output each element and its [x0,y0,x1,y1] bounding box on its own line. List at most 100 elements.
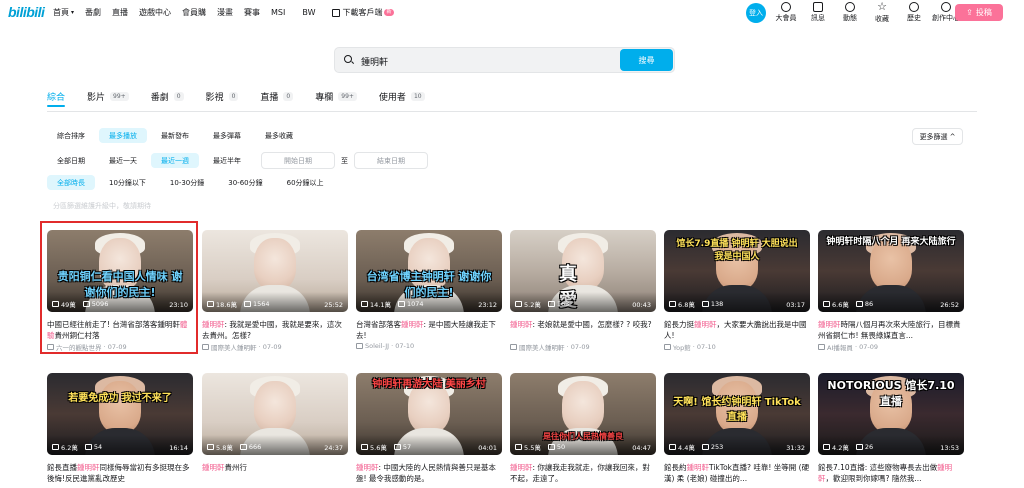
more-filters-button[interactable]: 更多篩選 ^ [912,128,963,145]
nav-game-center[interactable]: 遊戲中心 [139,7,171,18]
video-thumbnail[interactable]: 真 愛 我的中国心 5.2萬163 00:43 [510,230,656,312]
date-last-week[interactable]: 最近一週 [151,153,199,168]
video-thumbnail[interactable]: 5.8萬 666 24:37 [202,373,348,455]
tab-users[interactable]: 使用者 10 [379,90,425,103]
nav-download-client[interactable]: 下載客戶端 新 [332,7,394,18]
video-title[interactable]: 館長約鍾明軒TikTok直播? 哇靠! 坐等開 (硬漢) 柔 (老娘) 碰撞出的… [664,462,810,484]
video-meta[interactable]: Soleil-JJ · 07-10 [356,342,502,350]
video-card[interactable]: 馆长7.9直播 钟明轩 大胆说出我是中国人 6.8萬 138 03:17 館長力挺… [664,230,810,352]
nav-anime[interactable]: 番劇 [85,7,101,18]
date-all[interactable]: 全部日期 [47,153,95,168]
video-title[interactable]: 台灣省部落客鍾明軒: 是中國大陸讓我走下去! [356,319,502,341]
nav-dynamics[interactable]: 動態 [834,2,866,24]
title-text: ，歡迎限到你嫁嗎? 隨然我... [825,474,922,483]
upload-button[interactable]: ⇪ 投稿 [955,4,1003,21]
video-meta[interactable]: 國際美人鍾明軒 · 07-09 [510,342,656,352]
bilibili-logo[interactable]: bilibili [8,4,45,20]
sort-most-favorited[interactable]: 最多收藏 [255,128,303,143]
video-title[interactable]: 鍾明軒時隔八個月再次來大陸旅行，目標貴州省銅仁市! 無畏綠媒直言... [818,319,964,341]
nav-msi[interactable]: MSI [271,7,285,18]
search-button[interactable]: 搜尋 [620,49,673,71]
nav-bw[interactable]: BW [302,7,315,18]
video-stats: 5.5萬 50 [515,442,565,452]
video-meta[interactable]: 國際美人鍾明軒 · 07-09 [202,342,348,352]
video-title[interactable]: 鍾明軒: 我就是愛中國，我就是要來，這次去貴州。怎樣? [202,319,348,341]
video-card[interactable]: 台湾省博主钟明轩 谢谢你们的民主! 14.1萬1074 23:12 台灣省部落客… [356,230,502,350]
video-thumbnail[interactable]: 天啊! 馆长约钟明轩 TikTok直播 4.4萬 253 31:32 [664,373,810,455]
video-card[interactable]: 真 愛 我的中国心 5.2萬163 00:43 鍾明軒: 老娘就是愛中國，怎麼樣… [510,230,656,352]
duration-30-60[interactable]: 30-60分鐘 [218,175,272,190]
video-thumbnail[interactable]: 18.6萬 1564 25:52 [202,230,348,312]
tab-film[interactable]: 影視 0 [206,90,239,103]
video-card[interactable]: 天啊! 馆长约钟明轩 TikTok直播 4.4萬 253 31:32 館長約鍾明軒… [664,373,810,484]
partition-filter-hint: 分區篩選維護升級中，敬請期待 [53,202,151,210]
vip-label: 大會員 [775,14,797,22]
video-meta[interactable]: Yop館 · 07-10 [664,342,810,352]
tab-film-label: 影視 [205,93,224,103]
video-title[interactable]: 鍾明軒: 你讓我走我就走，你讓我回來，對不起，走遠了。 [510,462,656,484]
sort-comprehensive[interactable]: 綜合排序 [47,128,95,143]
video-meta[interactable]: AI播報員 · 07-09 [818,342,964,352]
sort-most-danmaku[interactable]: 最多彈幕 [203,128,251,143]
nav-member-shop[interactable]: 會員購 [182,7,206,18]
video-card[interactable]: 5.8萬 666 24:37 鍾明軒貴州行 [202,373,348,484]
video-thumbnail[interactable]: 若要免成功 我过不来了 6.2萬 54 16:14 [47,373,193,455]
sort-most-played[interactable]: 最多播放 [99,128,147,143]
tab-videos[interactable]: 影片 99+ [87,90,129,103]
video-title[interactable]: 鍾明軒: 老娘就是愛中國，怎麼樣? ? 咬我? [510,319,656,341]
video-card[interactable]: 18.6萬 1564 25:52 鍾明軒: 我就是愛中國，我就是要來，這次去貴州。… [202,230,348,352]
nav-esports[interactable]: 賽事 [244,7,260,18]
tab-anime[interactable]: 番劇 0 [151,90,184,103]
nav-vip[interactable]: 大會員 [770,2,802,24]
video-card[interactable]: 钟明轩时隔八个月 再来大陆旅行 6.6萬 86 26:52 鍾明軒時隔八個月再次來… [818,230,964,352]
end-date-input[interactable]: 結束日期 [354,152,428,169]
video-thumbnail[interactable]: 钟明轩再游大陆 美丽乡村 5.6萬 57 04:01 [356,373,502,455]
play-count-icon [669,444,676,450]
nav-live[interactable]: 直播 [112,7,128,18]
danmaku-count: 1074 [406,300,424,308]
login-avatar-button[interactable]: 登入 [746,3,766,23]
date-last-day[interactable]: 最近一天 [99,153,147,168]
video-title[interactable]: 館長直播鍾明軒同樣侮辱當初有多挺現在多後悔!反民進黨亂改歷史 [47,462,193,484]
video-card[interactable]: 是往你们人民热情善良 5.5萬50 04:47 鍾明軒: 你讓我走我就走，你讓我… [510,373,656,484]
video-card[interactable]: 若要免成功 我过不来了 6.2萬 54 16:14 館長直播鍾明軒同樣侮辱當初有多… [47,373,193,484]
uploader-icon [664,344,671,350]
nav-home-label: 首頁 [53,8,69,17]
nav-home[interactable]: 首頁 ▾ [53,7,74,18]
nav-messages[interactable]: 訊息 [802,2,834,24]
start-date-input[interactable]: 開始日期 [261,152,335,169]
video-title[interactable]: 館長7.10直播: 這些廢物專長去出做鍾明軒，歡迎限到你嫁嗎? 隨然我... [818,462,964,484]
video-duration: 00:43 [632,301,651,309]
video-thumbnail[interactable]: 是往你们人民热情善良 5.5萬50 04:47 [510,373,656,455]
date-last-half-year[interactable]: 最近半年 [203,153,251,168]
video-title[interactable]: 鍾明軒: 中國大陸的人民熱情與善只是基本盤! 最令我感動的是。 [356,462,502,484]
play-count-icon [207,444,214,450]
video-thumbnail[interactable]: 馆长7.9直播 钟明轩 大胆说出我是中国人 6.8萬 138 03:17 [664,230,810,312]
danmaku-icon [855,444,863,450]
nav-manga[interactable]: 漫畫 [217,7,233,18]
duration-10-30[interactable]: 10-30分鐘 [160,175,214,190]
nav-favorites[interactable]: ☆ 收藏 [866,1,898,24]
selection-highlight-box [40,221,198,354]
duration-under-10[interactable]: 10分鐘以下 [99,175,156,190]
sort-newest[interactable]: 最新發布 [151,128,199,143]
video-title[interactable]: 館長力挺鍾明軒，大家要大膽說出我是中國人! [664,319,810,341]
video-thumbnail[interactable]: 钟明轩时隔八个月 再来大陆旅行 6.6萬 86 26:52 [818,230,964,312]
tab-live[interactable]: 直播 0 [260,90,294,103]
video-thumbnail[interactable]: NOTORIOUS 馆长7.10直播 4.2萬 26 13:53 [818,373,964,455]
play-count: 4.2萬 [832,444,849,452]
tab-articles[interactable]: 專欄 99+ [315,90,357,103]
video-title[interactable]: 鍾明軒貴州行 [202,462,348,484]
duration-over-60[interactable]: 60分鐘以上 [277,175,334,190]
video-card[interactable]: 钟明轩再游大陆 美丽乡村 5.6萬 57 04:01 鍾明軒: 中國大陸的人民熱情… [356,373,502,484]
video-duration: 31:32 [786,444,805,452]
duration-all[interactable]: 全部時長 [47,175,95,190]
nav-history[interactable]: 歷史 [898,2,930,24]
video-thumbnail[interactable]: 台湾省博主钟明轩 谢谢你们的民主! 14.1萬1074 23:12 [356,230,502,312]
play-count-icon [823,301,830,307]
video-card[interactable]: NOTORIOUS 馆长7.10直播 4.2萬 26 13:53 館長7.10直播… [818,373,964,484]
dynamics-label: 動態 [843,14,857,22]
tab-all[interactable]: 綜合 [47,90,65,103]
tab-all-label: 綜合 [47,93,66,103]
thumb-caption: 天啊! 馆长约钟明轩 TikTok直播 [673,397,801,423]
